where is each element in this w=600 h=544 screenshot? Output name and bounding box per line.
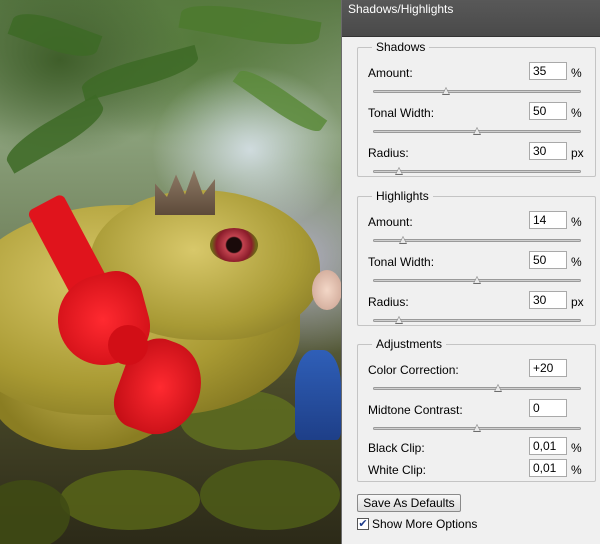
highlights-legend: Highlights xyxy=(372,189,433,203)
save-as-defaults-button[interactable]: Save As Defaults xyxy=(357,494,461,512)
highlights-tonal-unit: % xyxy=(571,255,582,269)
shadows-radius-row: Radius: px xyxy=(358,142,595,186)
shadows-tonal-unit: % xyxy=(571,106,582,120)
shadows-legend: Shadows xyxy=(372,40,430,54)
shadows-radius-label: Radius: xyxy=(368,146,409,160)
highlights-radius-label: Radius: xyxy=(368,295,409,309)
black-clip-input[interactable] xyxy=(529,437,567,455)
shadows-radius-input[interactable] xyxy=(529,142,567,160)
highlights-radius-unit: px xyxy=(571,295,584,309)
adjustments-group: Adjustments Color Correction: Midtone Co… xyxy=(357,337,596,482)
slider-thumb[interactable] xyxy=(473,424,481,432)
shadows-radius-slider[interactable] xyxy=(373,167,581,175)
shadows-group: Shadows Amount: % Tonal Width: % Radius:… xyxy=(357,40,596,177)
shadows-tonal-input[interactable] xyxy=(529,102,567,120)
highlights-tonal-slider[interactable] xyxy=(373,276,581,284)
slider-thumb[interactable] xyxy=(473,127,481,135)
highlights-amount-row: Amount: % xyxy=(358,211,595,255)
highlights-radius-input[interactable] xyxy=(529,291,567,309)
background-artwork xyxy=(0,0,344,544)
highlights-tonal-label: Tonal Width: xyxy=(368,255,435,269)
color-correction-input[interactable] xyxy=(529,359,567,377)
black-clip-label: Black Clip: xyxy=(368,441,425,455)
shadows-amount-label: Amount: xyxy=(368,66,413,80)
highlights-radius-slider[interactable] xyxy=(373,316,581,324)
highlights-tonal-input[interactable] xyxy=(529,251,567,269)
white-clip-label: White Clip: xyxy=(368,463,427,477)
midtone-contrast-input[interactable] xyxy=(529,399,567,417)
highlights-amount-slider[interactable] xyxy=(373,236,581,244)
shadows-tonal-slider[interactable] xyxy=(373,127,581,135)
white-clip-unit: % xyxy=(571,463,582,477)
shadows-highlights-dialog: Shadows/Highlights Shadows Amount: % Ton… xyxy=(341,0,600,544)
shadows-amount-slider[interactable] xyxy=(373,87,581,95)
shadows-amount-row: Amount: % xyxy=(358,62,595,106)
dialog-titlebar[interactable]: Shadows/Highlights xyxy=(342,0,600,37)
black-clip-row: Black Clip: % xyxy=(358,437,595,459)
slider-thumb[interactable] xyxy=(493,384,502,392)
black-clip-unit: % xyxy=(571,441,582,455)
slider-thumb[interactable] xyxy=(442,87,451,95)
midtone-contrast-label: Midtone Contrast: xyxy=(368,403,463,417)
midtone-contrast-slider[interactable] xyxy=(373,424,581,432)
highlights-tonal-row: Tonal Width: % xyxy=(358,251,595,295)
highlights-amount-label: Amount: xyxy=(368,215,413,229)
adjustments-legend: Adjustments xyxy=(372,337,447,351)
checkbox-check-icon[interactable]: ✔ xyxy=(357,518,369,530)
shadows-amount-input[interactable] xyxy=(529,62,567,80)
highlights-group: Highlights Amount: % Tonal Width: % Radi… xyxy=(357,189,596,326)
shadows-tonal-label: Tonal Width: xyxy=(368,106,435,120)
slider-thumb[interactable] xyxy=(394,316,403,324)
shadows-radius-unit: px xyxy=(571,146,584,160)
white-clip-row: White Clip: % xyxy=(358,459,595,481)
show-more-options-label: Show More Options xyxy=(372,517,478,531)
color-correction-row: Color Correction: xyxy=(358,359,595,403)
highlights-radius-row: Radius: px xyxy=(358,291,595,335)
slider-thumb[interactable] xyxy=(394,167,403,175)
shadows-tonal-row: Tonal Width: % xyxy=(358,102,595,146)
color-correction-slider[interactable] xyxy=(373,384,581,392)
highlights-amount-input[interactable] xyxy=(529,211,567,229)
color-correction-label: Color Correction: xyxy=(368,363,459,377)
slider-thumb[interactable] xyxy=(398,236,407,244)
slider-thumb[interactable] xyxy=(473,276,481,284)
dialog-title: Shadows/Highlights xyxy=(348,2,454,16)
white-clip-input[interactable] xyxy=(529,459,567,477)
shadows-amount-unit: % xyxy=(571,66,582,80)
highlights-amount-unit: % xyxy=(571,215,582,229)
